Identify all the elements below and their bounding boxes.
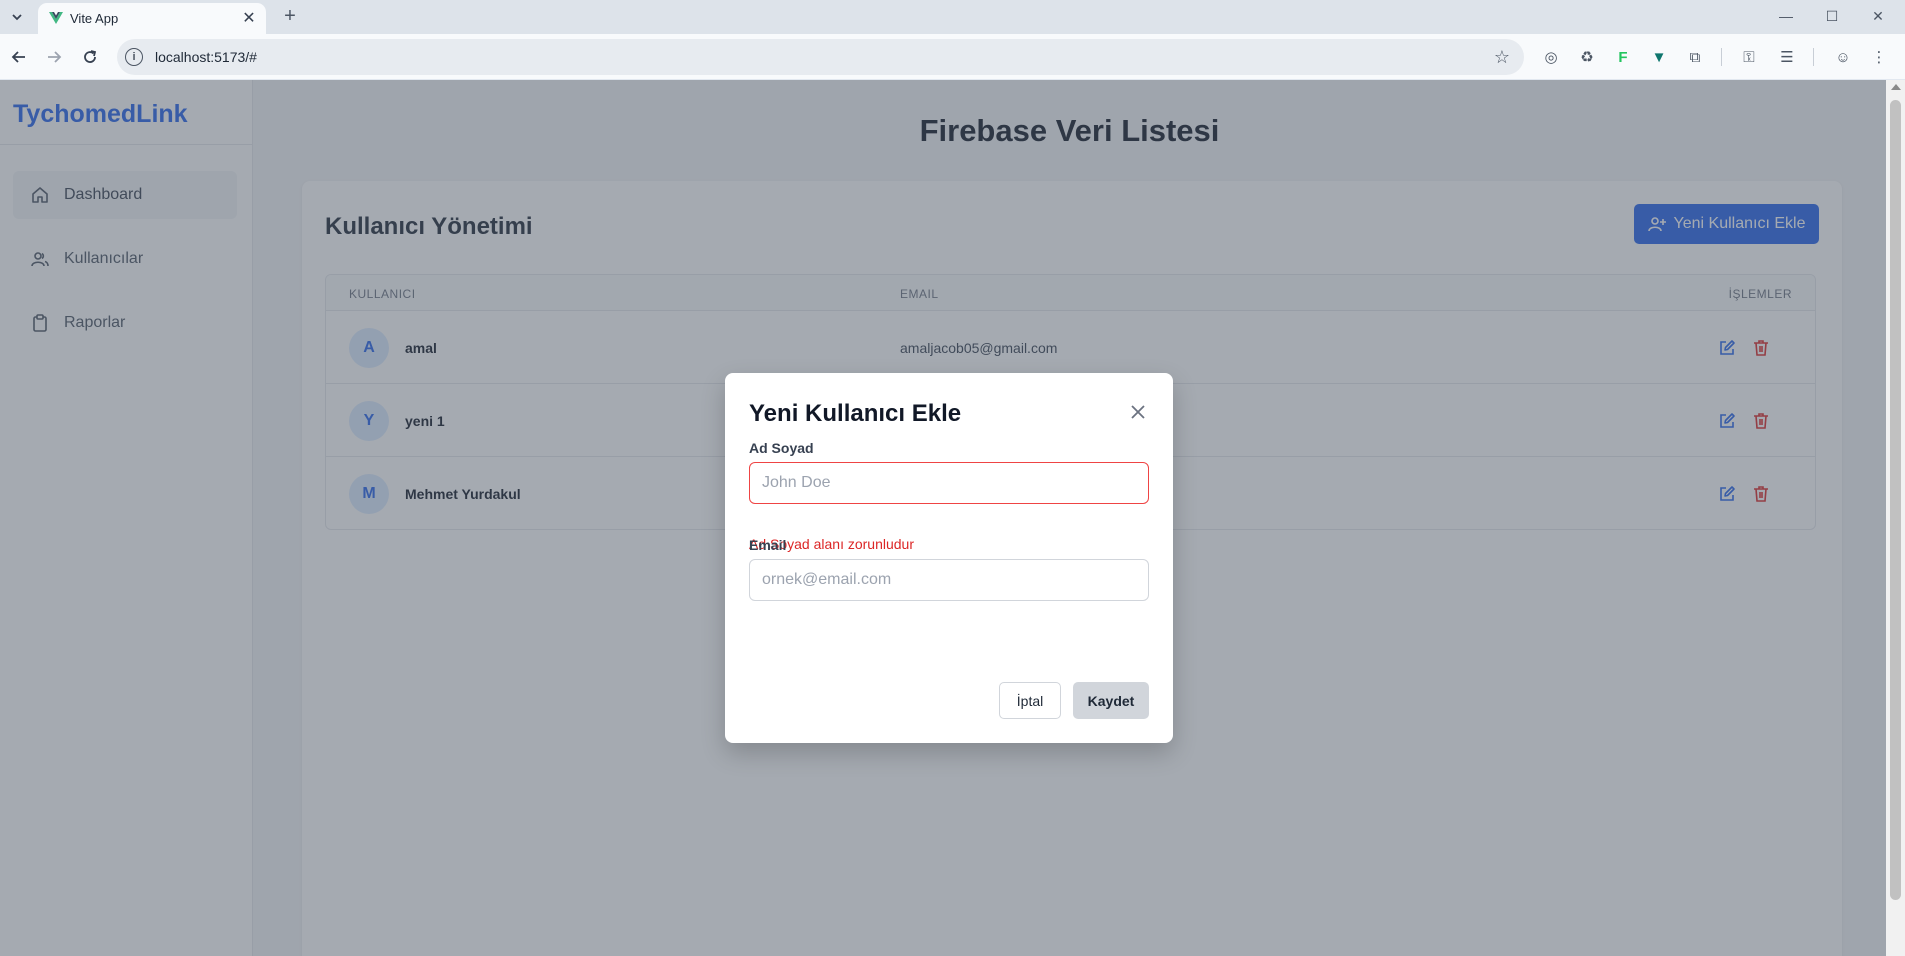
password-key-icon[interactable]: ⚿ <box>1738 46 1760 68</box>
reload-button[interactable] <box>78 45 102 69</box>
arrow-right-icon <box>48 51 62 63</box>
url-text[interactable]: localhost:5173/# <box>155 49 257 65</box>
new-tab-button[interactable]: + <box>278 4 302 28</box>
extensions-puzzle-icon[interactable]: ⧉ <box>1684 46 1706 68</box>
scrollbar-thumb[interactable] <box>1890 100 1901 900</box>
reading-list-icon[interactable]: ☰ <box>1776 46 1798 68</box>
name-input[interactable] <box>749 462 1149 504</box>
extension-recycle-icon[interactable]: ♻ <box>1576 46 1598 68</box>
close-icon[interactable] <box>1127 401 1149 423</box>
modal-title: Yeni Kullanıcı Ekle <box>749 400 962 427</box>
site-info-icon[interactable]: i <box>125 48 143 66</box>
forward-button[interactable] <box>42 45 66 69</box>
close-tab-icon[interactable]: ✕ <box>240 9 258 27</box>
bookmark-star-icon[interactable]: ☆ <box>1494 47 1510 68</box>
browser-tabstrip: Vite App ✕ + — ☐ ✕ <box>0 0 1905 34</box>
toolbar-separator <box>1721 48 1722 66</box>
minimize-button[interactable]: — <box>1766 2 1806 30</box>
email-label: Email <box>749 537 787 553</box>
email-input[interactable] <box>749 559 1149 601</box>
arrow-left-icon <box>11 51 25 63</box>
reload-icon <box>84 50 97 63</box>
window-close-button[interactable]: ✕ <box>1858 2 1898 30</box>
save-button[interactable]: Kaydet <box>1073 682 1149 719</box>
tab-title: Vite App <box>70 11 119 26</box>
vue-logo-icon <box>49 12 63 24</box>
extension-circle-icon[interactable]: ◎ <box>1540 46 1562 68</box>
browser-tab[interactable]: Vite App ✕ <box>38 3 266 34</box>
back-button[interactable] <box>7 45 31 69</box>
tab-search-button[interactable] <box>5 5 29 29</box>
add-user-modal: Yeni Kullanıcı Ekle Ad Soyad Ad Soyad al… <box>725 373 1173 743</box>
cancel-button[interactable]: İptal <box>999 682 1061 719</box>
address-bar[interactable]: i localhost:5173/# ☆ <box>117 39 1524 75</box>
toolbar-separator <box>1813 48 1814 66</box>
chevron-down-icon <box>12 14 22 21</box>
extension-f-icon[interactable]: F <box>1612 46 1634 68</box>
maximize-button[interactable]: ☐ <box>1812 2 1852 30</box>
name-label: Ad Soyad <box>749 440 814 456</box>
scroll-up-arrow[interactable] <box>1891 84 1901 90</box>
browser-menu-icon[interactable]: ⋮ <box>1868 46 1890 68</box>
profile-avatar-icon[interactable]: ☺ <box>1832 46 1854 68</box>
extension-vue-icon[interactable]: ▼ <box>1648 46 1670 68</box>
browser-toolbar: i localhost:5173/# ☆ ◎ ♻ F ▼ ⧉ ⚿ ☰ ☺ ⋮ <box>0 34 1905 80</box>
page-scrollbar[interactable] <box>1886 80 1905 956</box>
